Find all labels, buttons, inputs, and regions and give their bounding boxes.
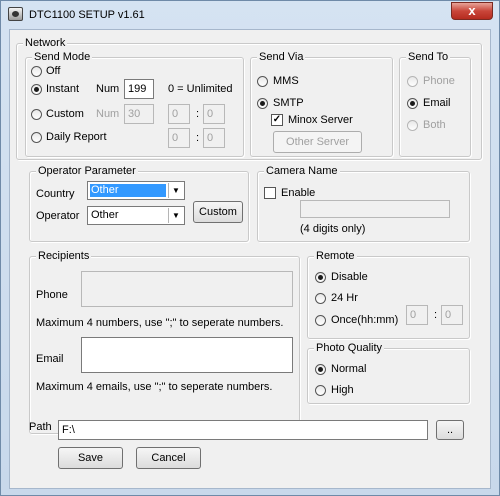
custom-operator-button[interactable]: Custom xyxy=(193,201,243,223)
operator-label: Operator xyxy=(36,210,80,222)
send-via-mms-radio[interactable] xyxy=(257,76,268,87)
remote-disable-radio[interactable] xyxy=(315,272,326,283)
remote-once-colon: : xyxy=(434,309,438,321)
send-via-mms-label: MMS xyxy=(273,75,299,87)
instant-num-input[interactable]: 199 xyxy=(124,79,154,99)
send-mode-off-label: Off xyxy=(46,65,61,77)
photo-quality-group: Photo Quality Normal High xyxy=(307,341,470,404)
send-mode-daily-radio[interactable] xyxy=(31,132,42,143)
send-mode-instant-label: Instant xyxy=(46,83,80,95)
network-legend: Network xyxy=(23,36,68,50)
photo-quality-high-label: High xyxy=(331,384,354,396)
camera-app-icon xyxy=(8,7,23,21)
custom-hour-input[interactable]: 0 xyxy=(168,104,190,124)
instant-num-label: Num xyxy=(96,83,120,95)
camera-name-group: Camera Name Enable (4 digits only) xyxy=(257,164,470,242)
remote-24hr-radio[interactable] xyxy=(315,293,326,304)
remote-24hr-label: 24 Hr xyxy=(331,292,358,304)
operator-parameter-legend: Operator Parameter xyxy=(36,164,138,178)
country-label: Country xyxy=(36,188,75,200)
photo-quality-legend: Photo Quality xyxy=(314,341,385,355)
camera-name-enable-checkbox[interactable] xyxy=(264,187,276,199)
send-to-both-label: Both xyxy=(423,119,446,131)
send-via-smtp-label: SMTP xyxy=(273,97,304,109)
photo-quality-high-radio[interactable] xyxy=(315,385,326,396)
send-to-phone-label: Phone xyxy=(423,75,455,87)
unlimited-note: 0 = Unlimited xyxy=(168,83,233,95)
remote-once-radio[interactable] xyxy=(315,315,326,326)
send-via-smtp-radio[interactable] xyxy=(257,98,268,109)
phone-input[interactable] xyxy=(81,271,293,307)
send-mode-group: Send Mode Off Instant Num 199 0 = Unlimi… xyxy=(25,50,244,157)
custom-num-input[interactable]: 30 xyxy=(124,104,154,124)
send-mode-off-radio[interactable] xyxy=(31,66,42,77)
camera-name-input[interactable] xyxy=(300,200,450,218)
send-to-legend: Send To xyxy=(406,50,451,64)
send-to-email-radio[interactable] xyxy=(407,98,418,109)
send-via-group: Send Via MMS SMTP ✓ Minox Server Other S… xyxy=(250,50,393,157)
recipients-group: Recipients Phone Maximum 4 numbers, use … xyxy=(29,249,300,434)
phone-note: Maximum 4 numbers, use ";" to seperate n… xyxy=(36,317,284,329)
remote-group: Remote Disable 24 Hr Once(hh:mm) 0 : 0 xyxy=(307,249,470,339)
photo-quality-normal-label: Normal xyxy=(331,363,367,375)
remote-once-minute-input[interactable]: 0 xyxy=(441,305,463,325)
send-mode-instant-radio[interactable] xyxy=(31,84,42,95)
operator-select[interactable]: Other ▼ xyxy=(87,206,185,225)
other-server-button[interactable]: Other Server xyxy=(273,131,362,153)
email-label: Email xyxy=(36,353,64,365)
remote-once-label: Once(hh:mm) xyxy=(331,314,399,326)
camera-name-enable-label: Enable xyxy=(281,187,316,199)
custom-num-label: Num xyxy=(96,108,120,120)
minox-server-label: Minox Server xyxy=(288,114,353,126)
photo-quality-normal-radio[interactable] xyxy=(315,364,326,375)
operator-parameter-group: Operator Parameter Country Other ▼ Opera… xyxy=(29,164,249,242)
send-mode-custom-label: Custom xyxy=(46,108,84,120)
custom-minute-input[interactable]: 0 xyxy=(203,104,225,124)
cancel-button[interactable]: Cancel xyxy=(136,447,201,469)
send-mode-legend: Send Mode xyxy=(32,50,93,64)
send-mode-daily-label: Daily Report xyxy=(46,131,107,143)
daily-minute-input[interactable]: 0 xyxy=(203,128,225,148)
camera-name-hint: (4 digits only) xyxy=(300,223,366,235)
close-button[interactable]: x xyxy=(451,2,493,20)
path-input[interactable]: F:\ xyxy=(58,420,428,440)
phone-label: Phone xyxy=(36,289,68,301)
window-title: DTC1100 SETUP v1.61 xyxy=(29,9,145,21)
country-dropdown-arrow-icon[interactable]: ▼ xyxy=(168,183,183,198)
send-to-both-radio[interactable] xyxy=(407,120,418,131)
remote-once-hour-input[interactable]: 0 xyxy=(406,305,428,325)
send-to-email-label: Email xyxy=(423,97,451,109)
setup-window: DTC1100 SETUP v1.61 x Network Send Mode … xyxy=(0,0,500,496)
minox-server-checkbox[interactable]: ✓ xyxy=(271,114,283,126)
title-bar: DTC1100 SETUP v1.61 x xyxy=(1,1,499,28)
daily-time-colon: : xyxy=(196,132,200,144)
country-value: Other xyxy=(90,184,166,197)
email-input[interactable] xyxy=(81,337,293,373)
send-mode-custom-radio[interactable] xyxy=(31,109,42,120)
send-to-phone-radio[interactable] xyxy=(407,76,418,87)
path-label: Path xyxy=(29,421,52,433)
browse-button[interactable]: .. xyxy=(436,420,464,440)
custom-time-colon: : xyxy=(196,108,200,120)
country-select[interactable]: Other ▼ xyxy=(87,181,185,200)
save-button[interactable]: Save xyxy=(58,447,123,469)
remote-disable-label: Disable xyxy=(331,271,368,283)
remote-legend: Remote xyxy=(314,249,357,263)
send-via-legend: Send Via xyxy=(257,50,306,64)
daily-hour-input[interactable]: 0 xyxy=(168,128,190,148)
network-group: Network Send Mode Off Instant Num 199 0 … xyxy=(16,36,482,160)
camera-name-legend: Camera Name xyxy=(264,164,340,178)
email-note: Maximum 4 emails, use ";" to seperate nu… xyxy=(36,381,273,393)
operator-value: Other xyxy=(91,209,119,221)
client-area: Network Send Mode Off Instant Num 199 0 … xyxy=(9,29,491,489)
send-to-group: Send To Phone Email Both xyxy=(399,50,471,157)
recipients-legend: Recipients xyxy=(36,249,92,263)
operator-dropdown-arrow-icon[interactable]: ▼ xyxy=(168,208,183,223)
